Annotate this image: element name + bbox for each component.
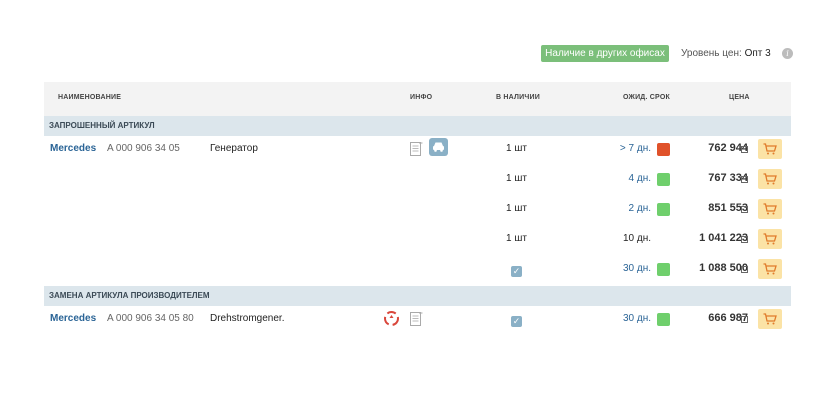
add-to-cart-button[interactable] (758, 199, 782, 219)
add-to-cart-button[interactable] (758, 259, 782, 279)
status-indicator (657, 173, 670, 186)
table-row: 1 шт 2 дн. 851 553 (44, 196, 791, 226)
add-to-cart-button[interactable] (758, 309, 782, 329)
delivery-term[interactable]: 30 дн. (623, 263, 651, 274)
cart-icon (763, 143, 777, 155)
section-requested-article: ЗАПРОШЕННЫЙ АРТИКУЛ (44, 116, 791, 136)
article-number: A 000 906 34 05 80 (107, 313, 194, 324)
brand-link[interactable]: Mercedes (50, 143, 96, 154)
results-table: НАИМЕНОВАНИЕ ИНФО В НАЛИЧИИ ОЖИД. СРОК Ц… (44, 82, 791, 336)
stock-qty: 1 шт (506, 143, 527, 154)
delivery-term[interactable]: 30 дн. (623, 313, 651, 324)
currency-icon (741, 266, 748, 273)
delivery-term[interactable]: 2 дн. (629, 203, 651, 214)
section-replacement-article: ЗАМЕНА АРТИКУЛА ПРОИЗВОДИТЕЛЕМ (44, 286, 791, 306)
status-indicator (657, 143, 670, 156)
delivery-term[interactable]: > 7 дн. (620, 143, 651, 154)
document-icon[interactable] (410, 142, 423, 158)
price-level: Уровень цен: Опт 3 (681, 48, 771, 59)
stock-qty: 1 шт (506, 233, 527, 244)
currency-icon (741, 176, 748, 183)
price-level-value[interactable]: Опт 3 (745, 48, 771, 59)
brand-link[interactable]: Mercedes (50, 313, 96, 324)
add-to-cart-button[interactable] (758, 139, 782, 159)
currency-icon (741, 236, 748, 243)
cart-icon (763, 173, 777, 185)
part-name: Drehstromgener. (210, 313, 285, 324)
top-bar: Наличие в других офисах Уровень цен: Опт… (0, 45, 832, 63)
availability-other-offices-button[interactable]: Наличие в других офисах (541, 45, 669, 62)
article-number: A 000 906 34 05 (107, 143, 180, 154)
in-stock-check-icon: ✓ (511, 316, 522, 327)
header-stock: В НАЛИЧИИ (496, 94, 540, 101)
car-icon[interactable] (429, 138, 448, 156)
currency-icon (741, 316, 748, 323)
status-indicator (657, 203, 670, 216)
in-stock-check-icon: ✓ (511, 266, 522, 277)
stock-qty: 1 шт (506, 173, 527, 184)
header-term: ОЖИД. СРОК (623, 94, 670, 101)
cart-icon (763, 263, 777, 275)
cart-icon (763, 203, 777, 215)
table-row: ✓ 30 дн. 1 088 500 (44, 256, 791, 286)
table-row: Mercedes A 000 906 34 05 Генератор 1 шт … (44, 136, 791, 166)
add-to-cart-button[interactable] (758, 229, 782, 249)
header-info: ИНФО (410, 94, 433, 101)
info-icon[interactable]: i (782, 48, 793, 59)
cart-icon (763, 313, 777, 325)
currency-icon (741, 146, 748, 153)
document-icon[interactable] (410, 312, 423, 328)
table-row: 1 шт 4 дн. 767 334 (44, 166, 791, 196)
part-name: Генератор (210, 143, 258, 154)
price-level-label: Уровень цен: (681, 48, 742, 59)
delivery-term[interactable]: 4 дн. (629, 173, 651, 184)
status-indicator (657, 313, 670, 326)
cart-icon (763, 233, 777, 245)
currency-icon (741, 206, 748, 213)
stock-qty: 1 шт (506, 203, 527, 214)
header-price: ЦЕНА (729, 94, 750, 101)
table-row: 1 шт 10 дн. 1 041 223 (44, 226, 791, 256)
header-name: НАИМЕНОВАНИЕ (58, 94, 122, 101)
delivery-term: 10 дн. (622, 233, 651, 244)
status-indicator (657, 263, 670, 276)
table-header: НАИМЕНОВАНИЕ ИНФО В НАЛИЧИИ ОЖИД. СРОК Ц… (44, 82, 791, 116)
add-to-cart-button[interactable] (758, 169, 782, 189)
recycle-icon[interactable] (384, 311, 399, 326)
table-row: Mercedes A 000 906 34 05 80 Drehstromgen… (44, 306, 791, 336)
